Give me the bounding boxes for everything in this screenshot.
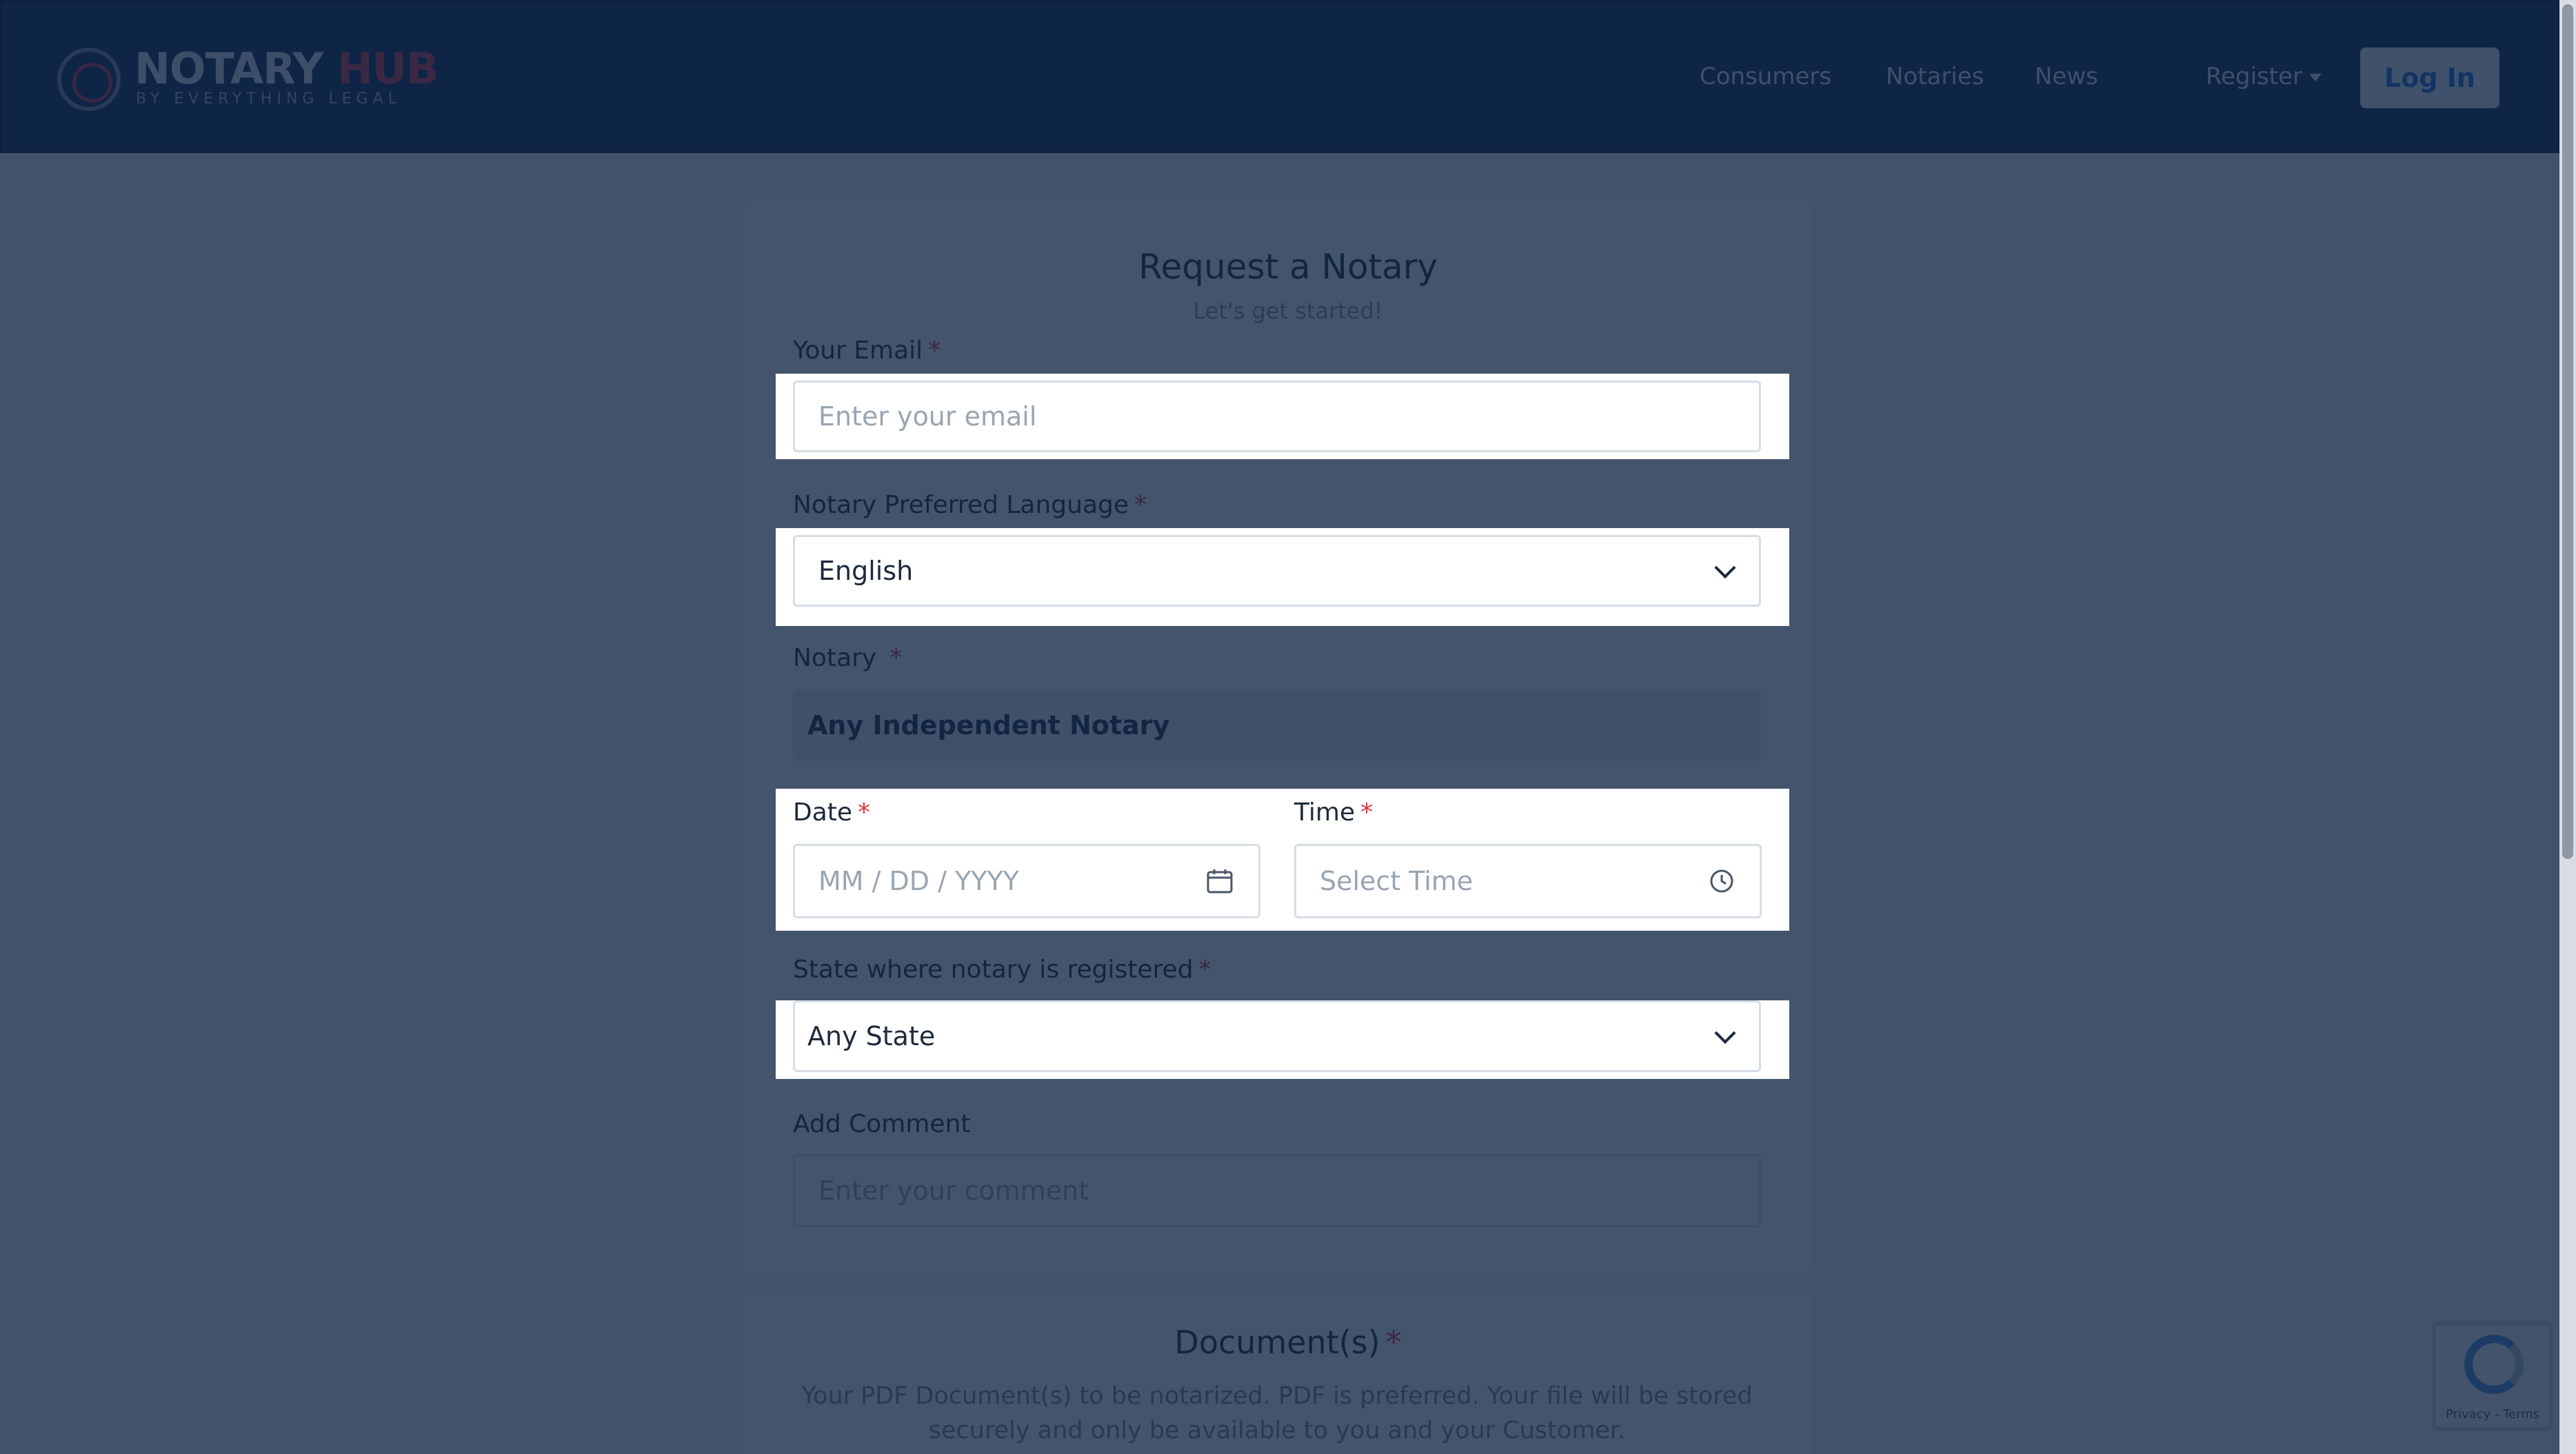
notary-label: Notary * <box>793 644 903 672</box>
state-label-text: State where notary is registered <box>793 956 1194 984</box>
scrollbar-thumb[interactable] <box>2562 4 2573 859</box>
top-navbar: NOTARY HUB BY EVERYTHING LEGAL Consumers… <box>0 0 2559 153</box>
language-label: Notary Preferred Language * <box>793 491 1147 519</box>
notary-label-text: Notary <box>793 644 877 672</box>
documents-title-text: Document(s) <box>1174 1324 1380 1361</box>
language-select[interactable]: English <box>793 535 1761 607</box>
notary-field: Any Independent Notary <box>793 689 1761 761</box>
documents-description: Your PDF Document(s) to be notarized. PD… <box>801 1382 1753 1444</box>
documents-title: Document(s) * <box>0 1324 2576 1361</box>
state-label: State where notary is registered * <box>793 956 1211 984</box>
required-asterisk: * <box>928 336 941 365</box>
email-input[interactable]: Enter your email <box>793 381 1761 452</box>
date-input[interactable]: MM / DD / YYYY <box>793 844 1260 918</box>
required-asterisk: * <box>1360 798 1373 827</box>
nav-link-news[interactable]: News <box>2035 63 2098 90</box>
logo-wordmark: NOTARY HUB <box>134 43 439 94</box>
register-dropdown[interactable]: Register <box>2206 63 2322 90</box>
required-asterisk: * <box>1134 491 1147 519</box>
chevron-down-icon <box>1714 1022 1736 1044</box>
required-asterisk: * <box>889 644 903 672</box>
email-placeholder: Enter your email <box>818 401 1037 432</box>
chevron-down-icon <box>1714 557 1736 579</box>
time-placeholder: Select Time <box>1320 866 1473 896</box>
language-value: English <box>818 556 914 586</box>
time-label-text: Time <box>1294 798 1356 827</box>
comment-label: Add Comment <box>793 1110 971 1138</box>
highlight-language: English <box>776 528 1789 626</box>
highlight-email: Enter your email <box>776 374 1789 459</box>
comment-input[interactable]: Enter your comment <box>793 1154 1761 1227</box>
state-value: Any State <box>807 1021 936 1051</box>
form-title: Request a Notary <box>1138 247 1438 287</box>
notary-hub-logo[interactable]: NOTARY HUB BY EVERYTHING LEGAL <box>57 45 439 121</box>
logo-word-accent: HUB <box>336 43 439 94</box>
recaptcha-icon <box>2464 1335 2524 1394</box>
required-asterisk: * <box>858 798 871 827</box>
time-input[interactable]: Select Time <box>1294 844 1762 918</box>
date-label: Date * <box>793 798 870 827</box>
state-select[interactable]: Any State <box>793 1000 1761 1072</box>
highlight-state: Any State <box>776 1000 1789 1079</box>
required-asterisk: * <box>1198 956 1211 984</box>
logo-word-main: NOTARY <box>134 43 323 94</box>
logo-tagline: BY EVERYTHING LEGAL <box>136 90 401 108</box>
recaptcha-badge[interactable]: Privacy - Terms <box>2434 1324 2551 1428</box>
time-label: Time * <box>1294 798 1373 827</box>
calendar-icon[interactable] <box>1206 868 1234 894</box>
notary-value: Any Independent Notary <box>807 710 1170 740</box>
caret-down-icon <box>2308 74 2322 81</box>
nav-link-consumers[interactable]: Consumers <box>1700 63 1831 90</box>
register-label: Register <box>2206 63 2302 90</box>
required-asterisk: * <box>1385 1324 1402 1361</box>
form-subtitle: Let's get started! <box>1193 298 1383 324</box>
recaptcha-footer[interactable]: Privacy - Terms <box>2435 1407 2550 1422</box>
nav-link-notaries[interactable]: Notaries <box>1886 63 1984 90</box>
login-button[interactable]: Log In <box>2360 48 2499 108</box>
clock-icon[interactable] <box>1709 868 1735 894</box>
highlight-date-time: Date * Time * MM / DD / YYYY Select Time <box>776 789 1789 931</box>
date-placeholder: MM / DD / YYYY <box>818 866 1019 896</box>
logo-seal-icon <box>57 48 121 111</box>
email-label: Your Email * <box>793 336 940 365</box>
comment-placeholder: Enter your comment <box>818 1175 1089 1206</box>
email-label-text: Your Email <box>793 336 923 365</box>
date-label-text: Date <box>793 798 853 827</box>
language-label-text: Notary Preferred Language <box>793 491 1129 519</box>
